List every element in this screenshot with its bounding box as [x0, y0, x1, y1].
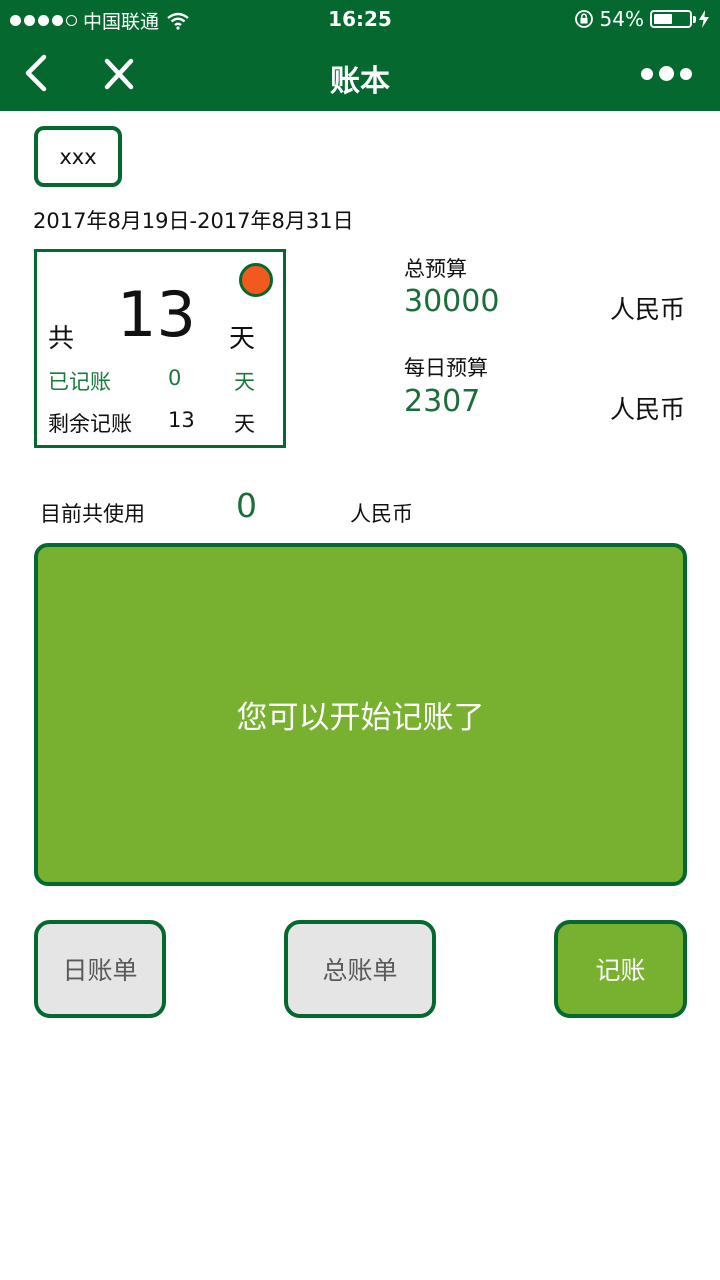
- top-bar: 中国联通 16:25 54% 账本: [0, 0, 720, 111]
- page-title: 账本: [330, 64, 390, 99]
- total-budget-value: 30000: [404, 284, 500, 319]
- account-tag[interactable]: xxx: [34, 126, 122, 187]
- remaining-days-label: 剩余记账: [48, 412, 132, 436]
- days-prefix: 共: [48, 324, 75, 354]
- days-unit: 天: [229, 324, 256, 354]
- total-budget-label: 总预算: [404, 257, 467, 281]
- usage-unit: 人民币: [350, 502, 413, 526]
- daily-budget-value: 2307: [404, 384, 481, 419]
- status-indicator-dot: [239, 263, 273, 297]
- daily-budget-unit: 人民币: [609, 395, 685, 424]
- total-days: 13: [117, 278, 196, 351]
- daily-bill-button[interactable]: 日账单: [34, 920, 166, 1018]
- remaining-days-unit: 天: [234, 412, 255, 436]
- recorded-days-unit: 天: [234, 370, 255, 394]
- days-summary-card: 共 13 天 已记账 0 天 剩余记账 13 天: [34, 249, 286, 448]
- battery-icon: [650, 10, 696, 28]
- charging-icon: [699, 10, 709, 28]
- status-bar: 中国联通 16:25 54%: [0, 0, 720, 40]
- navigation-bar: 账本: [0, 40, 720, 111]
- panel-message: 您可以开始记账了: [236, 700, 485, 736]
- recorded-days-value: 0: [168, 366, 182, 390]
- daily-budget-label: 每日预算: [404, 356, 488, 380]
- more-options-icon[interactable]: [641, 66, 692, 81]
- battery-percent: 54%: [599, 7, 644, 31]
- usage-label: 目前共使用: [40, 502, 145, 526]
- remaining-days-value: 13: [168, 408, 195, 432]
- total-budget-unit: 人民币: [609, 295, 685, 324]
- usage-value: 0: [236, 486, 257, 525]
- record-button[interactable]: 记账: [554, 920, 687, 1018]
- recorded-days-label: 已记账: [48, 370, 111, 394]
- date-range: 2017年8月19日-2017年8月31日: [33, 209, 354, 233]
- total-bill-button[interactable]: 总账单: [284, 920, 436, 1018]
- start-recording-panel: 您可以开始记账了: [34, 543, 687, 886]
- rotation-lock-icon: [574, 10, 593, 28]
